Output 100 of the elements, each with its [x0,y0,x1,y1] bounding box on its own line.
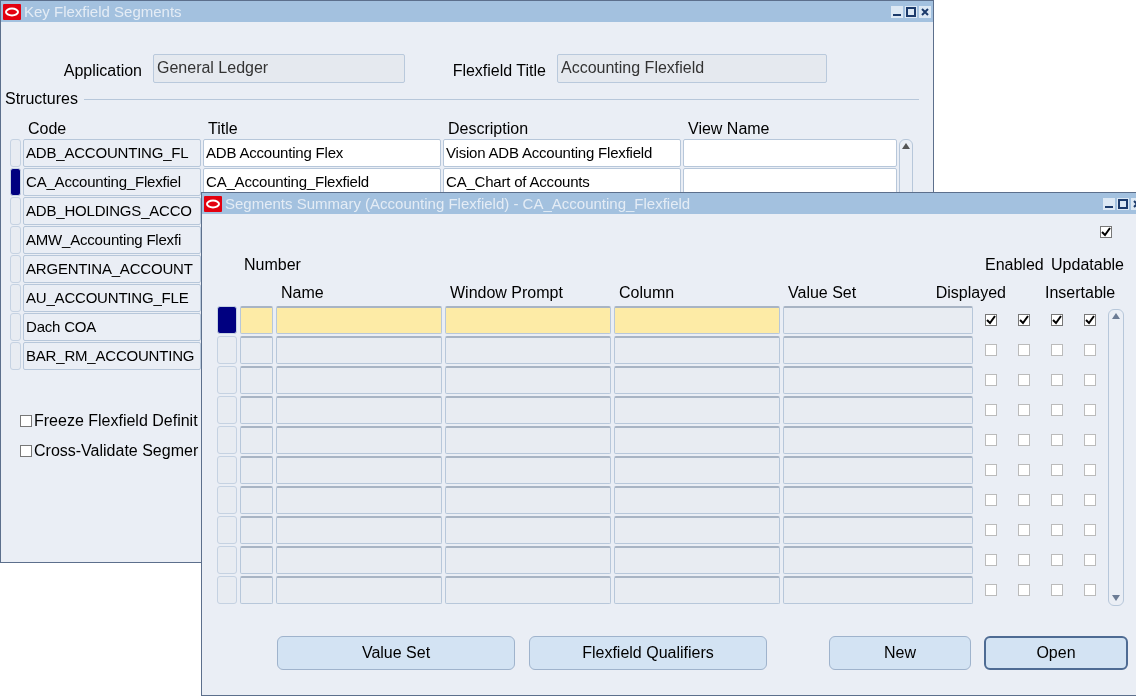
checkbox[interactable] [1018,524,1030,536]
table-cell[interactable]: Dach COA [23,313,201,341]
checkbox[interactable] [1084,404,1096,416]
table-cell[interactable] [614,516,780,544]
dialog-button[interactable]: Flexfield Qualifiers [529,636,767,670]
table-cell[interactable] [614,336,780,364]
table-cell[interactable] [276,426,442,454]
table-cell[interactable] [240,426,273,454]
table-cell[interactable] [276,546,442,574]
table-cell[interactable] [445,576,611,604]
checkbox[interactable] [1051,584,1063,596]
table-cell[interactable]: AU_ACCOUNTING_FLE [23,284,201,312]
table-cell[interactable] [240,546,273,574]
table-cell[interactable] [445,456,611,484]
table-cell[interactable] [614,306,780,334]
table-cell[interactable]: ADB_HOLDINGS_ACCO [23,197,201,225]
checkbox[interactable] [20,445,32,457]
checkbox[interactable] [1084,344,1096,356]
application-field[interactable]: General Ledger [153,54,405,83]
table-cell[interactable] [240,456,273,484]
table-cell[interactable]: Vision ADB Accounting Flexfield [443,139,681,167]
table-cell[interactable] [240,336,273,364]
maximize-icon[interactable] [905,5,917,18]
table-cell[interactable] [783,396,973,424]
table-cell[interactable]: ARGENTINA_ACCOUNT [23,255,201,283]
table-cell[interactable] [276,456,442,484]
checkbox[interactable] [1018,494,1030,506]
scrollbar[interactable] [1108,309,1124,606]
table-cell[interactable] [276,366,442,394]
table-cell[interactable] [276,576,442,604]
table-cell[interactable] [240,396,273,424]
minimize-icon[interactable] [891,5,903,18]
checkbox[interactable] [1051,374,1063,386]
checkbox[interactable] [1084,494,1096,506]
checkbox[interactable] [1084,374,1096,386]
table-cell[interactable] [276,306,442,334]
maximize-icon[interactable] [1117,197,1129,210]
row-selector[interactable] [217,306,237,334]
checkbox[interactable] [1018,584,1030,596]
table-cell[interactable] [783,306,973,334]
checkbox[interactable] [1018,554,1030,566]
checkbox[interactable] [985,344,997,356]
checkbox[interactable] [985,404,997,416]
table-cell[interactable] [614,486,780,514]
close-icon[interactable] [919,5,931,18]
table-cell[interactable] [783,456,973,484]
table-cell[interactable] [276,486,442,514]
checkbox[interactable] [1084,524,1096,536]
table-cell[interactable] [445,396,611,424]
table-cell[interactable]: ADB_ACCOUNTING_FL [23,139,201,167]
table-cell[interactable] [614,366,780,394]
checkbox[interactable] [1051,464,1063,476]
checkbox[interactable] [985,554,997,566]
table-cell[interactable] [276,396,442,424]
checkbox[interactable] [1018,464,1030,476]
flexfield-title-field[interactable]: Accounting Flexfield [557,54,827,83]
dialog-button[interactable]: New [829,636,971,670]
table-cell[interactable] [445,306,611,334]
scroll-down-icon[interactable] [1112,595,1120,601]
table-cell[interactable] [783,486,973,514]
checkbox[interactable] [1018,404,1030,416]
table-cell[interactable] [783,576,973,604]
table-cell[interactable] [614,426,780,454]
checkbox[interactable] [1051,404,1063,416]
table-cell[interactable] [240,486,273,514]
table-cell[interactable] [240,516,273,544]
table-cell[interactable]: CA_Accounting_Flexfiel [23,168,201,196]
table-cell[interactable] [683,139,897,167]
table-cell[interactable]: ADB Accounting Flex [203,139,441,167]
row-selector[interactable] [10,168,21,196]
table-cell[interactable] [783,426,973,454]
checkbox[interactable] [1018,374,1030,386]
checkbox[interactable] [1051,434,1063,446]
checkbox[interactable] [1084,434,1096,446]
checkbox[interactable] [1084,584,1096,596]
table-cell[interactable] [445,426,611,454]
checkbox[interactable] [1018,314,1030,326]
table-cell[interactable] [783,336,973,364]
table-cell[interactable] [445,366,611,394]
table-cell[interactable] [240,366,273,394]
table-cell[interactable]: BAR_RM_ACCOUNTING [23,342,201,370]
checkbox[interactable] [1051,314,1063,326]
checkbox[interactable] [985,374,997,386]
checkbox[interactable] [1018,434,1030,446]
checkbox[interactable] [985,314,997,326]
scroll-up-icon[interactable] [902,143,910,149]
checkbox[interactable] [1100,226,1112,238]
table-cell[interactable] [445,486,611,514]
checkbox[interactable] [985,524,997,536]
checkbox[interactable] [20,415,32,427]
table-cell[interactable] [240,576,273,604]
checkbox[interactable] [985,464,997,476]
checkbox[interactable] [985,434,997,446]
table-cell[interactable] [276,336,442,364]
table-cell[interactable] [276,516,442,544]
table-cell[interactable] [614,576,780,604]
checkbox[interactable] [1084,554,1096,566]
checkbox[interactable] [1051,554,1063,566]
checkbox[interactable] [1084,314,1096,326]
table-cell[interactable] [783,516,973,544]
